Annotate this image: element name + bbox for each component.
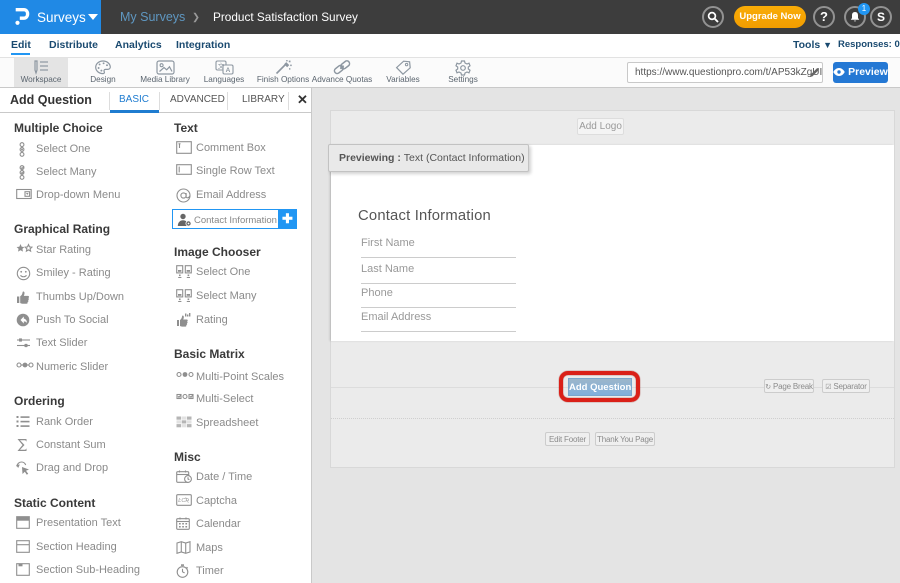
svg-text:ĿƇƦ: ĿƇƦ (178, 497, 189, 504)
svg-text:A: A (225, 67, 230, 74)
